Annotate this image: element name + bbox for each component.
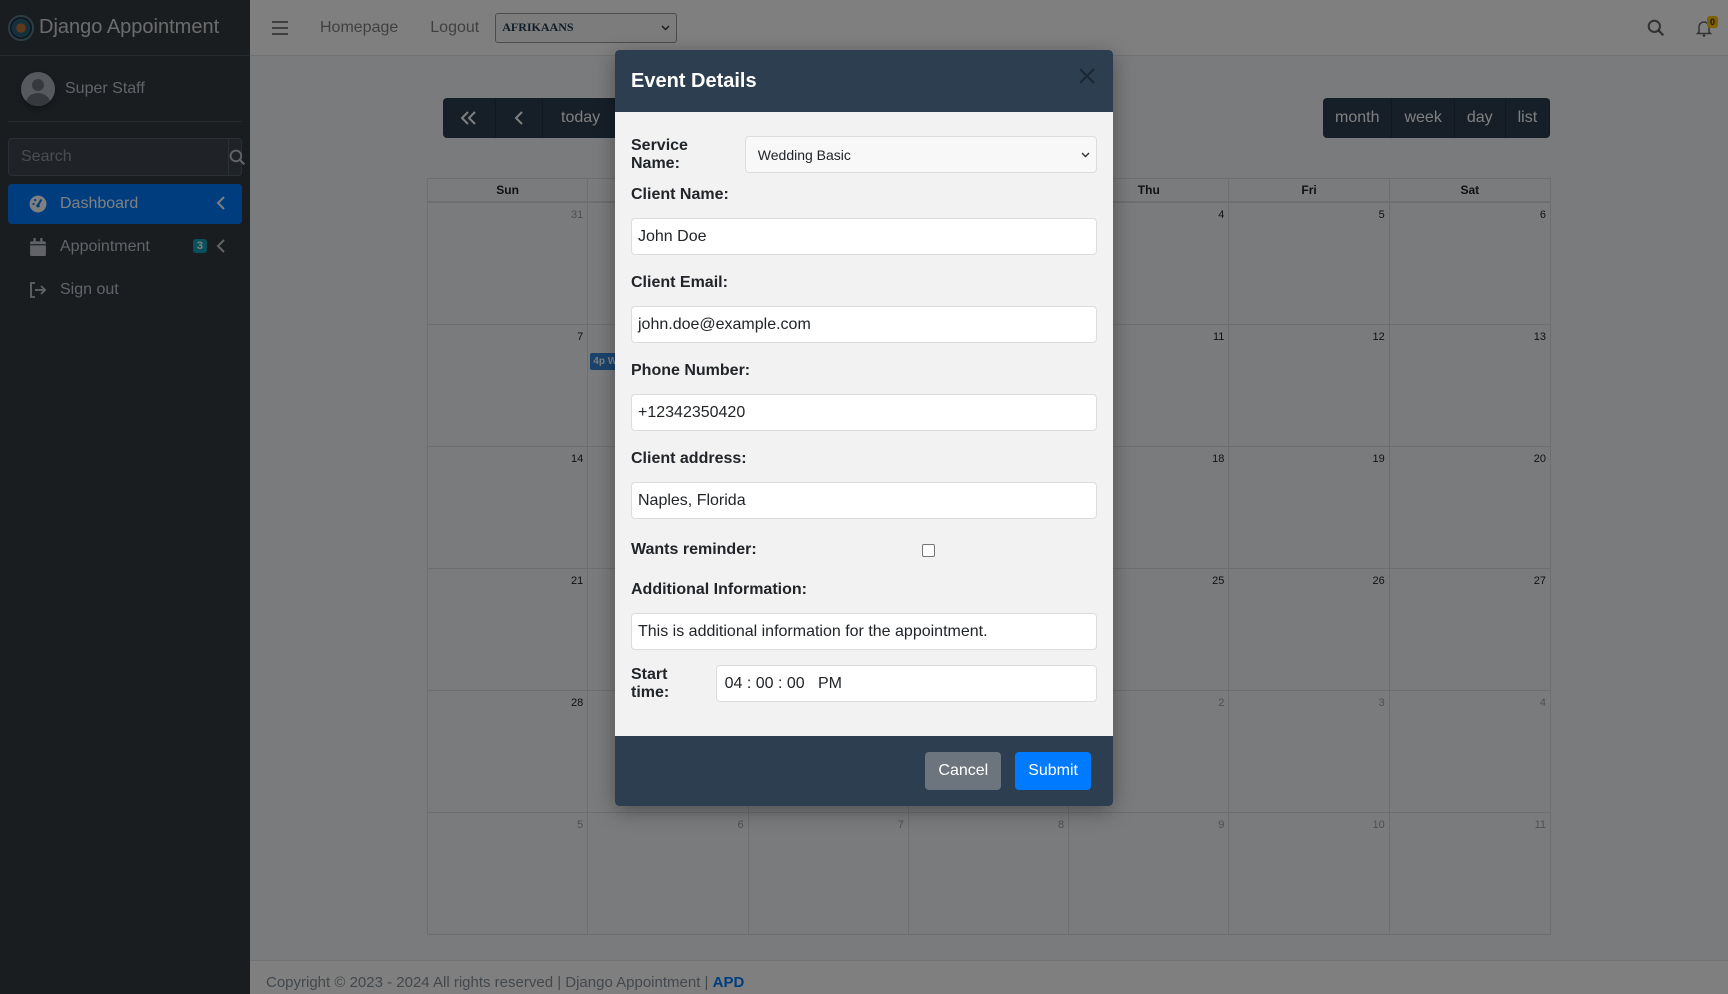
wants-reminder-checkbox[interactable] [922, 543, 935, 557]
modal-header: Event Details [615, 50, 1113, 112]
phone-number-input[interactable]: +12342350420 [631, 394, 1097, 431]
modal-body: Service Name: Wedding Basic Client Name:… [615, 112, 1113, 736]
client-email-input[interactable]: john.doe@example.com [631, 306, 1097, 343]
client-name-label: Client Name: [631, 186, 729, 203]
modal-title: Event Details [631, 69, 757, 92]
modal-footer: Cancel Submit [615, 736, 1113, 806]
client-email-label: Client Email: [631, 274, 728, 291]
client-name-input[interactable]: John Doe [631, 218, 1097, 255]
event-details-modal: Event Details Service Name: Wedding Basi… [615, 50, 1113, 806]
service-row: Service Name: Wedding Basic [631, 136, 1097, 173]
reminder-row: Wants reminder: [631, 541, 1097, 559]
cancel-button[interactable]: Cancel [925, 752, 1002, 790]
submit-button[interactable]: Submit [1015, 752, 1091, 790]
service-name-label: Service Name: [631, 136, 688, 172]
additional-info-input[interactable]: This is additional information for the a… [631, 613, 1097, 650]
phone-number-label: Phone Number: [631, 362, 751, 379]
close-icon[interactable] [1075, 64, 1099, 88]
service-name-select[interactable]: Wedding Basic [744, 136, 1097, 173]
client-address-label: Client address: [631, 450, 747, 467]
start-time-input[interactable]: 04 : 00 : 00 PM [715, 665, 1097, 702]
wants-reminder-label: Wants reminder: [631, 541, 757, 558]
chevron-down-icon [1081, 152, 1090, 157]
service-name-value: Wedding Basic [757, 146, 851, 163]
start-time-label: Start time: [631, 665, 670, 701]
additional-info-label: Additional Information: [631, 581, 807, 598]
client-address-input[interactable]: Naples, Florida [631, 482, 1097, 519]
start-time-row: Start time: 04 : 00 : 00 PM [631, 665, 1097, 702]
